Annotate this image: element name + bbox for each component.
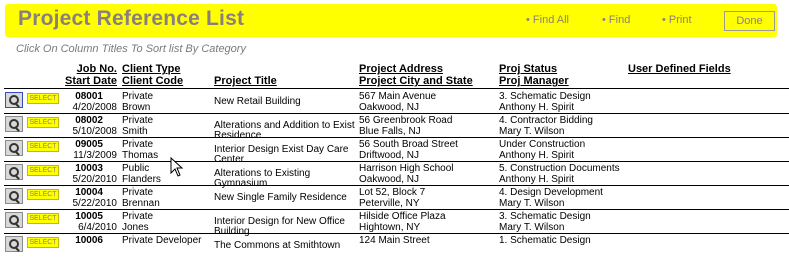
project-city-state: Blue Falls, NJ (359, 126, 421, 137)
project-status: 1. Schematic Design (499, 235, 591, 246)
column-header-client-code[interactable]: Client Code (122, 75, 183, 87)
client-type: Private Developer (122, 235, 202, 246)
project-status: 3. Schematic Design (499, 91, 591, 102)
client-type: Public (122, 163, 150, 174)
column-header-start-date[interactable]: Start Date (52, 75, 117, 87)
table-row[interactable]: SELECT 08001 4/20/2008 Private Brown New Reta… (0, 90, 789, 114)
project-manager: Mary T. Wilson (499, 222, 565, 233)
column-header-job-no[interactable]: Job No. (62, 63, 117, 75)
project-title: The Commons at Smithtown (214, 240, 341, 251)
table-row[interactable]: SELECT 10005 6/4/2010 Private Jones Interior … (0, 210, 789, 237)
project-address: 56 Greenbrook Road (359, 115, 453, 126)
table-row[interactable]: SELECT 09005 11/3/2009 Private Thomas Interio… (0, 138, 789, 165)
job-number: 10006 (75, 235, 103, 246)
page-title: Project Reference List (18, 7, 245, 30)
job-number: 10004 (75, 187, 103, 198)
magnifier-icon[interactable] (5, 164, 23, 180)
client-type: Private (122, 139, 154, 150)
table-row[interactable]: SELECT 10004 5/22/2010 Private Brennan New Si… (0, 186, 789, 210)
magnifier-icon[interactable] (5, 236, 23, 252)
job-number: 10005 (75, 211, 103, 222)
project-city-state: Oakwood, NJ (359, 174, 420, 185)
start-date: 5/20/2010 (72, 174, 118, 185)
project-title: New Single Family Residence (214, 192, 347, 203)
project-city-state: Peterville, NY (359, 198, 420, 209)
column-header-project-address[interactable]: Project Address (359, 63, 443, 75)
project-manager: Mary T. Wilson (499, 198, 565, 209)
job-number: 08002 (75, 115, 103, 126)
client-type: Private (122, 115, 154, 126)
magnifier-icon[interactable] (5, 140, 23, 156)
project-status: 5. Construction Documents (499, 163, 620, 174)
client-code: Brown (122, 102, 151, 113)
find-all-link[interactable]: • Find All (526, 14, 569, 26)
column-header-client-type[interactable]: Client Type (122, 63, 180, 75)
magnifier-icon[interactable] (5, 116, 23, 132)
project-manager: Anthony H. Spirit (499, 174, 575, 185)
start-date: 4/20/2008 (72, 102, 118, 113)
start-date: 11/3/2009 (73, 150, 117, 161)
project-address: 567 Main Avenue (359, 91, 437, 102)
magnifier-icon[interactable] (5, 212, 23, 228)
find-link[interactable]: • Find (602, 14, 630, 26)
column-header-city-state[interactable]: Project City and State (359, 75, 473, 87)
client-code: Brennan (122, 198, 160, 209)
table-row[interactable]: SELECT 10006 Private Developer The Commons … (0, 234, 789, 258)
column-header-proj-manager[interactable]: Proj Manager (499, 75, 569, 87)
project-address: 124 Main Street (359, 235, 430, 246)
magnifier-icon[interactable] (5, 188, 23, 204)
client-type: Private (122, 187, 154, 198)
table-row[interactable]: SELECT 10003 5/20/2010 Public Flanders Altera… (0, 162, 789, 189)
select-button[interactable]: SELECT (27, 237, 59, 248)
client-code: Thomas (122, 150, 159, 161)
start-date: 5/22/2010 (72, 198, 118, 209)
start-date: 5/10/2008 (72, 126, 118, 137)
project-city-state: Driftwood, NJ (359, 150, 420, 161)
project-status: Under Construction (499, 139, 586, 150)
project-address: 56 South Broad Street (359, 139, 458, 150)
project-address: Hilside Office Plaza (359, 211, 446, 222)
column-header-user-defined[interactable]: User Defined Fields (628, 63, 731, 75)
project-city-state: Oakwood, NJ (359, 102, 420, 113)
client-code: Jones (122, 222, 149, 233)
project-status: 4. Contractor Bidding (499, 115, 593, 126)
job-number: 08001 (75, 91, 103, 102)
sort-hint: Click On Column Titles To Sort list By C… (16, 43, 246, 55)
project-manager: Anthony H. Spirit (499, 150, 575, 161)
column-header-proj-status[interactable]: Proj Status (499, 63, 557, 75)
client-code: Smith (122, 126, 148, 137)
project-title: New Retail Building (214, 96, 301, 107)
job-number: 10003 (75, 163, 103, 174)
title-bar: Project Reference List • Find All • Find… (5, 4, 777, 37)
project-status: 4. Design Development (499, 187, 603, 198)
client-type: Private (122, 211, 154, 222)
project-manager: Mary T. Wilson (499, 126, 565, 137)
project-status: 3. Schematic Design (499, 211, 591, 222)
table-row[interactable]: SELECT 08002 5/10/2008 Private Smith Alterati… (0, 114, 789, 141)
client-code: Flanders (122, 174, 161, 185)
project-address: Lot 52, Block 7 (359, 187, 426, 198)
project-city-state: Hightown, NY (359, 222, 421, 233)
column-header-project-title[interactable]: Project Title (214, 75, 277, 87)
start-date: 6/4/2010 (78, 222, 117, 233)
project-address: Harrison High School (359, 163, 454, 174)
job-number: 09005 (75, 139, 103, 150)
magnifier-icon[interactable] (5, 92, 23, 108)
header-divider (4, 88, 789, 89)
project-manager: Anthony H. Spirit (499, 102, 575, 113)
print-link[interactable]: • Print (662, 14, 692, 26)
mouse-pointer-icon (170, 157, 184, 177)
client-type: Private (122, 91, 154, 102)
done-button[interactable]: Done (724, 11, 775, 31)
